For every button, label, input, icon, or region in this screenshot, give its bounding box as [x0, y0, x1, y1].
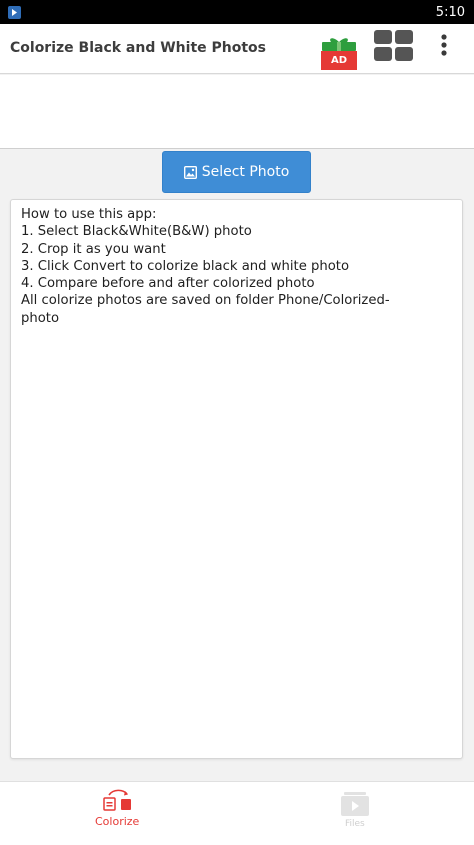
select-photo-label: Select Photo: [201, 164, 290, 180]
instruction-step-3: 3. Click Convert to colorize black and w…: [21, 258, 350, 274]
grid-apps-icon: [374, 30, 413, 61]
instruction-save-note-cont: photo: [21, 310, 60, 326]
instructions-panel: How to use this app: 1. Select Black&Whi…: [10, 199, 463, 759]
instruction-heading: How to use this app:: [21, 207, 157, 222]
nav-label-colorize: Colorize: [95, 815, 140, 828]
instruction-save-note: All colorize photos are saved on folder …: [21, 293, 390, 309]
more-options-button[interactable]: [434, 33, 454, 59]
instruction-step-4: 4. Compare before and after colorized ph…: [21, 276, 315, 292]
nav-label-files: Files: [345, 819, 365, 829]
instruction-step-2: 2. Crop it as you want: [21, 241, 166, 257]
status-bar: 5:10: [0, 0, 474, 24]
instruction-step-1: 1. Select Black&White(B&W) photo: [21, 224, 252, 240]
select-photo-button[interactable]: Select Photo: [162, 151, 311, 193]
image-icon: [183, 165, 197, 179]
banner-area: [0, 75, 474, 149]
app-bar: Colorize Black and White Photos AD: [0, 24, 474, 74]
ad-gift-button[interactable]: AD: [319, 34, 359, 70]
video-files-icon: [341, 792, 369, 816]
screen: 5:10 Colorize Black and White Photos AD: [0, 0, 474, 845]
nav-item-files[interactable]: Files: [237, 782, 474, 845]
app-title: Colorize Black and White Photos: [10, 40, 266, 56]
colorize-icon: [103, 789, 131, 811]
nav-item-colorize[interactable]: Colorize: [0, 782, 237, 845]
ad-badge: AD: [330, 55, 348, 66]
grid-apps-button[interactable]: [373, 29, 415, 63]
app-notification-icon: [8, 5, 21, 19]
more-vert-icon: [441, 34, 447, 56]
bottom-navigation: Colorize Files: [0, 781, 474, 845]
status-time: 5:10: [435, 4, 465, 20]
